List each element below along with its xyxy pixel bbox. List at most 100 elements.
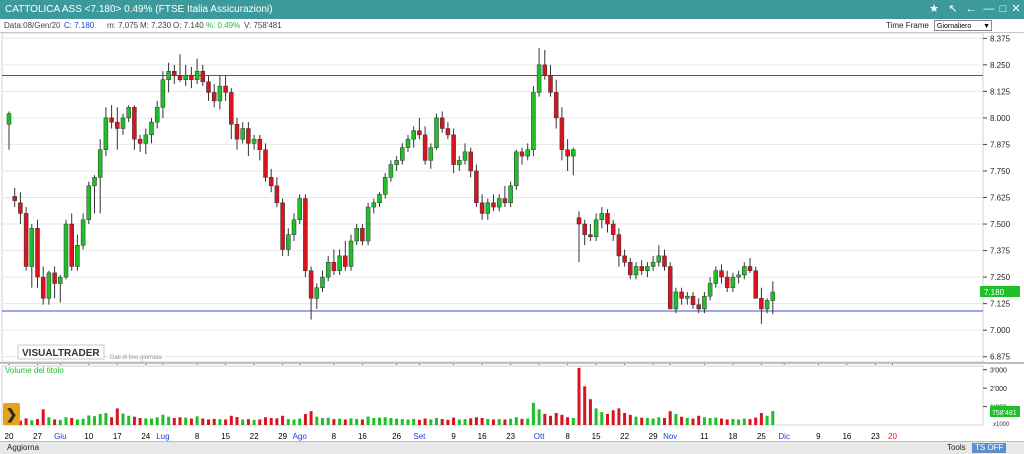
candle-body [154,107,160,123]
candle-body [109,117,114,123]
window-titlebar: CATTOLICA ASS <7.180> 0.49% (FTSE Italia… [0,0,1024,19]
volume-bar [121,413,125,425]
candle-body [40,276,46,299]
x-tick-label: Set [413,432,426,441]
candle-body [177,75,183,80]
volume-bar [497,419,501,425]
pan-left-icon[interactable]: ← [962,2,980,17]
candle-body [166,70,171,80]
volume-bar [58,419,62,425]
volume-bar [577,367,581,425]
volume-bar [395,418,399,425]
volume-bar [127,415,131,425]
volume-bar [167,416,171,425]
volume-bar [708,417,712,425]
volume-tick-label: 2'000 [990,386,1007,393]
candle-body [126,107,131,119]
y-tick-label: 6.875 [990,353,1011,362]
candle-body [656,255,662,263]
visualtrader-logo: VISUALTRADER [22,348,100,359]
volume-bar [321,417,324,425]
candle-body [394,160,399,165]
candle-body [633,266,639,276]
volume-tick-label: 3'000 [990,368,1007,375]
y-tick-label: 7.375 [990,247,1011,256]
volume-bar [53,419,57,425]
candle-body [35,228,40,278]
bottom-toolbar: Aggiorna Tools TS OFF [0,441,1024,454]
volume-bar [332,419,336,425]
volume-bar [697,415,701,425]
y-tick-label: 7.125 [990,300,1011,309]
candle-body [582,223,587,235]
volume-last-value: 758'481 [992,410,1017,417]
timeframe-select[interactable]: Giornaliero ▼ [934,20,992,31]
price-chart[interactable]: 8.375 8.250 8.125 8.000 7.875 7.750 7.625 7.500… [0,0,1024,453]
candle-body [479,202,485,214]
close-icon[interactable]: ✕ [1007,2,1024,17]
candle-body [417,130,422,136]
x-tick-label: 16 [842,432,851,441]
star-icon[interactable]: ★ [925,2,943,17]
volume-bar [526,418,530,425]
volume-bar [75,419,79,425]
volume-bar [235,417,239,425]
info-date: Data:08/Gen/20 [4,21,61,30]
info-close: C: 7.180 [64,21,95,30]
x-tick-label: Ott [534,432,545,441]
candle-body [519,151,525,157]
candle-body [616,234,622,257]
candle-body [451,134,456,165]
volume-bar [492,419,495,425]
candle-body [536,64,542,93]
volume-bar [520,418,524,425]
volume-bar [138,417,142,425]
volume-bar [463,419,467,425]
candle-body [405,138,411,148]
volume-bar [765,415,769,425]
volume-bar [657,417,661,425]
candle-body [650,261,656,267]
candle-body [382,177,388,195]
x-tick-label: 16 [478,432,487,441]
candle-body [491,202,496,208]
x-tick-label: Dic [778,432,790,441]
volume-bar [81,418,85,425]
volume-bar [229,415,233,425]
volume-bar [514,417,518,425]
candle-body [485,202,491,214]
tsoff-button[interactable]: TS OFF [972,443,1007,453]
volume-bar [292,419,296,425]
volume-bar [281,415,285,425]
y-tick-label: 7.250 [990,273,1011,282]
volume-bar [195,416,199,425]
candle-body [52,272,57,284]
candle-body [46,272,52,299]
volume-bar [161,414,165,425]
candle-body [63,223,69,278]
candle-body [559,117,565,150]
candle-body [183,75,188,80]
candle-body [411,130,416,140]
volume-bar [651,418,655,425]
candle-body [115,121,120,129]
volume-bar [115,408,119,425]
expand-arrow-icon[interactable]: ❯ [3,403,20,425]
tools-button[interactable]: Tools [944,443,969,453]
volume-bar [383,417,387,425]
candle-body [759,298,764,310]
candle-body [97,149,103,178]
x-tick-label: 29 [278,432,287,441]
candle-body [502,198,508,204]
candle-body [685,295,690,299]
volume-bar [714,417,718,425]
refresh-button[interactable]: Aggiorna [4,443,42,453]
volume-bar [594,408,598,425]
volume-bar [155,417,159,425]
volume-bar [224,419,228,425]
candle-body [331,261,337,271]
candle-body [679,291,684,299]
zoom-arrow-icon[interactable]: ↖ [944,2,962,17]
candle-body [343,255,348,267]
volume-bar [549,415,552,425]
